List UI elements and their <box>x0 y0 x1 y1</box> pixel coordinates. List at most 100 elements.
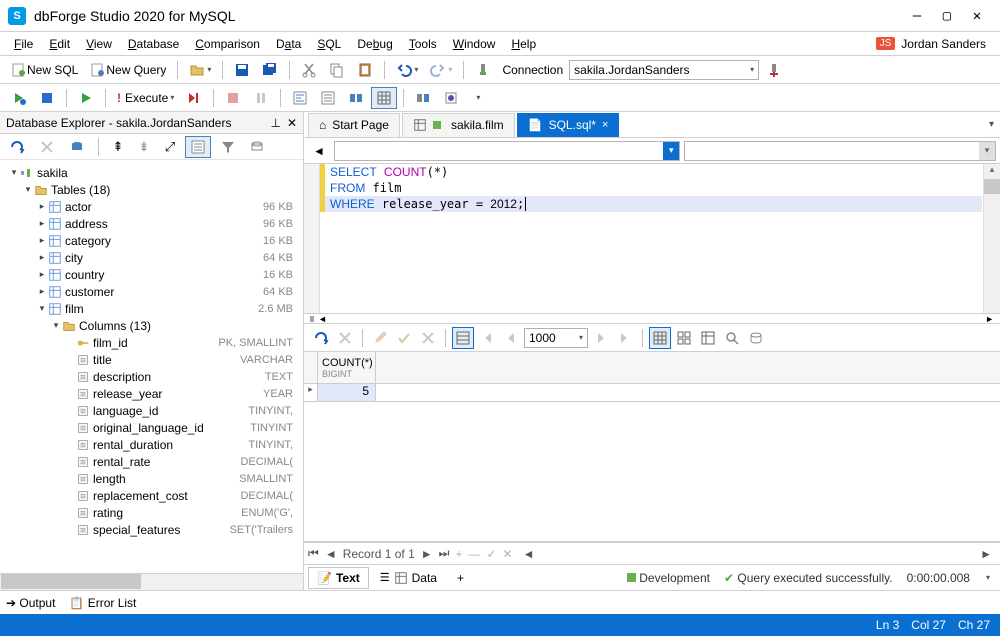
tree-hscrollbar[interactable] <box>0 573 303 590</box>
tab-sql[interactable]: 📄SQL.sql*× <box>517 113 620 137</box>
menu-edit[interactable]: Edit <box>41 35 78 53</box>
output-tab[interactable]: ➔ Output <box>6 596 55 610</box>
text-mode-tab[interactable]: 📝Text <box>308 567 369 589</box>
connect-button[interactable] <box>470 59 496 81</box>
refresh-explorer-button[interactable] <box>4 136 30 158</box>
filter-button[interactable] <box>215 136 241 158</box>
db-context-combo[interactable]: ▾ <box>334 141 680 161</box>
tab-overflow-button[interactable]: ▾ <box>989 119 994 130</box>
nav-next-button[interactable]: ► <box>421 547 433 561</box>
menu-file[interactable]: File <box>6 35 41 53</box>
undo-button[interactable]: ▾ <box>391 59 423 81</box>
paginate-button[interactable] <box>452 327 474 349</box>
tree-node-customer[interactable]: ▸customer64 KB <box>4 283 303 300</box>
first-page-button[interactable] <box>476 327 498 349</box>
nav-last-button[interactable]: ⏭ <box>439 546 450 561</box>
menu-database[interactable]: Database <box>120 35 187 53</box>
connection-combo[interactable]: sakila.JordanSanders▾ <box>569 60 759 80</box>
new-query-button[interactable]: New Query <box>85 59 171 81</box>
nav-back-button[interactable]: ◄ <box>308 140 330 162</box>
debug-button[interactable] <box>6 87 32 109</box>
schema-compare-button[interactable] <box>410 87 436 109</box>
expand-tree-button[interactable]: ⇞ <box>107 136 129 158</box>
db-tree[interactable]: ▾sakila▾Tables (18)▸actor96 KB▸address96… <box>0 160 303 573</box>
tree-node-columns-13-[interactable]: ▾Columns (13) <box>4 317 303 334</box>
pivot-view-button[interactable] <box>697 327 719 349</box>
tree-node-description[interactable]: descriptionTEXT <box>4 368 303 385</box>
open-button[interactable]: ▾ <box>184 59 216 81</box>
tree-node-city[interactable]: ▸city64 KB <box>4 249 303 266</box>
close-button[interactable]: ✕ <box>962 6 992 26</box>
result-cell[interactable]: 5 <box>318 384 376 401</box>
run-button[interactable] <box>73 87 99 109</box>
copy-button[interactable] <box>324 59 350 81</box>
debug-step-button[interactable] <box>34 87 60 109</box>
edit-mode-button[interactable] <box>369 327 391 349</box>
nav-prev-button[interactable]: ◄ <box>325 547 337 561</box>
schema-context-combo[interactable]: ▾ <box>684 141 996 161</box>
execute-to-cursor-button[interactable] <box>181 87 207 109</box>
save-button[interactable] <box>229 59 255 81</box>
find-button[interactable] <box>721 327 743 349</box>
commit-button[interactable] <box>393 327 415 349</box>
nav-first-button[interactable]: ⏮ <box>308 546 319 561</box>
close-tab-icon[interactable]: × <box>602 119 608 131</box>
rollback-button[interactable] <box>417 327 439 349</box>
data-mode-tab[interactable]: ☰Data <box>371 567 446 589</box>
delete-node-button[interactable] <box>34 136 60 158</box>
disconnect-button[interactable] <box>761 59 787 81</box>
tree-node-sakila[interactable]: ▾sakila <box>4 164 303 181</box>
tab-sakila-film[interactable]: sakila.film <box>402 113 515 137</box>
collapse-tree-button[interactable]: ⇟ <box>133 136 155 158</box>
tree-node-original-language-id[interactable]: original_language_idTINYINT <box>4 419 303 436</box>
tree-node-rental-rate[interactable]: rental_rateDECIMAL( <box>4 453 303 470</box>
menu-tools[interactable]: Tools <box>401 35 445 53</box>
tree-node-rating[interactable]: ratingENUM('G', <box>4 504 303 521</box>
save-all-button[interactable] <box>257 59 283 81</box>
query-builder-button[interactable] <box>343 87 369 109</box>
tree-node-rental-duration[interactable]: rental_durationTINYINT, <box>4 436 303 453</box>
tree-node-replacement-cost[interactable]: replacement_costDECIMAL( <box>4 487 303 504</box>
export-button[interactable] <box>438 87 464 109</box>
editor-vscrollbar[interactable]: ▴ <box>983 164 1000 313</box>
tree-node-language-id[interactable]: language_idTINYINT, <box>4 402 303 419</box>
sql-editor[interactable]: SELECT COUNT(*) FROM film WHERE release_… <box>304 164 1000 314</box>
new-connection-button[interactable] <box>64 136 90 158</box>
panel-close-icon[interactable]: ✕ <box>287 116 297 130</box>
tree-node-special-features[interactable]: special_featuresSET('Trailers <box>4 521 303 538</box>
tab-start-page[interactable]: ⌂Start Page <box>308 113 400 137</box>
tree-node-length[interactable]: lengthSMALLINT <box>4 470 303 487</box>
add-result-tab-button[interactable]: + <box>448 567 473 589</box>
menu-help[interactable]: Help <box>503 35 544 53</box>
next-page-button[interactable] <box>590 327 612 349</box>
tree-node-film[interactable]: ▾film2.6 MB <box>4 300 303 317</box>
menu-data[interactable]: Data <box>268 35 309 53</box>
page-size-combo[interactable]: 1000▾ <box>524 328 588 348</box>
search-tree-button[interactable] <box>245 136 271 158</box>
minimize-button[interactable]: — <box>902 6 932 26</box>
tree-node-address[interactable]: ▸address96 KB <box>4 215 303 232</box>
tree-node-release-year[interactable]: release_yearYEAR <box>4 385 303 402</box>
menu-window[interactable]: Window <box>445 35 504 53</box>
results-grid-button[interactable] <box>371 87 397 109</box>
export-grid-button[interactable] <box>745 327 767 349</box>
new-sql-button[interactable]: New SQL <box>6 59 83 81</box>
tree-node-tables-18-[interactable]: ▾Tables (18) <box>4 181 303 198</box>
execute-button[interactable]: !Execute▾ <box>112 87 179 109</box>
tree-node-title[interactable]: titleVARCHAR <box>4 351 303 368</box>
error-list-tab[interactable]: 📋 Error List <box>69 596 136 610</box>
result-column-header[interactable]: COUNT(*) BIGINT <box>318 352 376 383</box>
pause-button[interactable] <box>248 87 274 109</box>
tree-node-country[interactable]: ▸country16 KB <box>4 266 303 283</box>
tree-node-film-id[interactable]: film_idPK, SMALLINT <box>4 334 303 351</box>
show-details-button[interactable] <box>185 136 211 158</box>
grid-view-button[interactable] <box>649 327 671 349</box>
refresh-results-button[interactable] <box>310 327 332 349</box>
editor-splitter[interactable]: ◄► <box>304 314 1000 324</box>
maximize-button[interactable]: ▢ <box>932 6 962 26</box>
grid-row[interactable]: ▸ 5 <box>304 384 1000 402</box>
card-view-button[interactable] <box>673 327 695 349</box>
sync-button[interactable]: ⤢ <box>159 136 181 158</box>
menu-comparison[interactable]: Comparison <box>187 35 268 53</box>
menu-view[interactable]: View <box>78 35 120 53</box>
